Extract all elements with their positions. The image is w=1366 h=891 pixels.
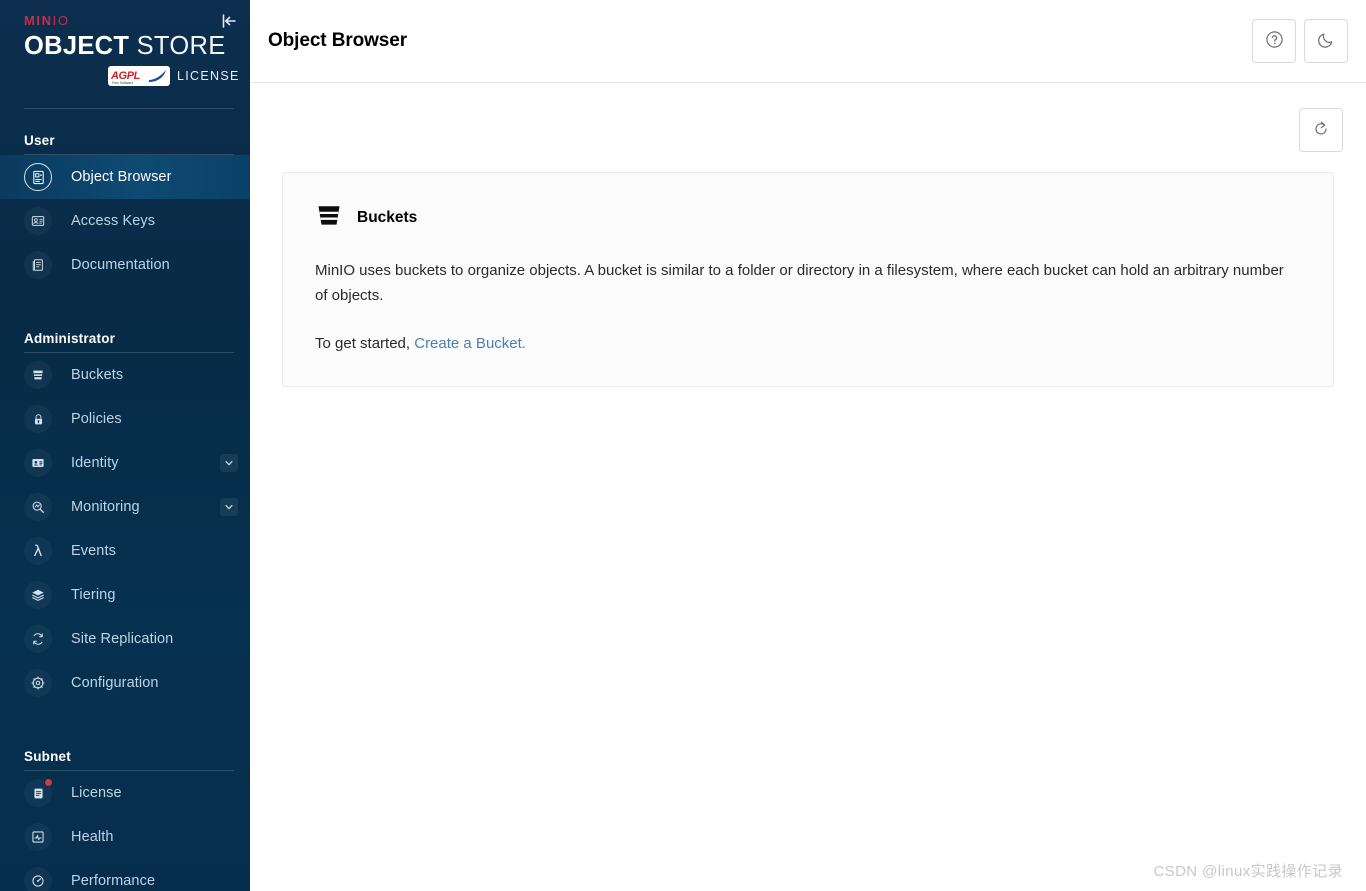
refresh-button[interactable] (1299, 108, 1343, 152)
watermark-text: CSDN @linux实践操作记录 (1153, 863, 1343, 880)
sidebar-item-site-replication[interactable]: Site Replication (0, 617, 250, 661)
agpl-label: AGPL (111, 70, 140, 82)
sidebar-item-label: Identity (71, 455, 119, 471)
main-area: Object Browser Buckets MinIO uses bucket… (250, 0, 1366, 891)
bucket-icon (24, 361, 52, 389)
page-header: Object Browser (250, 0, 1366, 83)
layers-icon (24, 581, 52, 609)
sidebar-item-label: Site Replication (71, 631, 174, 647)
sidebar-item-identity[interactable]: Identity (0, 441, 250, 485)
chevron-down-icon[interactable] (220, 498, 238, 516)
sidebar-item-performance[interactable]: Performance (0, 859, 250, 891)
section-title-administrator: Administrator (24, 331, 116, 346)
documentation-icon (24, 251, 52, 279)
object-store-wordmark: OBJECT STORE (24, 31, 250, 61)
card-paragraph-1: MinIO uses buckets to organize objects. … (315, 262, 1284, 304)
lambda-icon: λ (24, 537, 52, 565)
lock-icon (24, 405, 52, 433)
sidebar-item-label: Documentation (71, 257, 170, 273)
create-a-bucket-link[interactable]: Create a Bucket. (414, 335, 526, 352)
sidebar-section-administrator: Administrator Buckets Policies Identity … (0, 287, 250, 705)
identity-card-icon (24, 449, 52, 477)
sidebar-item-label: Access Keys (71, 213, 156, 229)
sidebar-item-label: Tiering (71, 587, 116, 603)
chevron-down-icon[interactable] (220, 454, 238, 472)
agpl-badge: AGPL Free Software (108, 66, 170, 86)
bucket-icon (315, 201, 343, 234)
agpl-sublabel: Free Software (112, 81, 134, 85)
sidebar: MINIO OBJECT STORE AGPL Free Software LI… (0, 0, 250, 891)
refresh-icon (1312, 120, 1330, 141)
collapse-sidebar-icon[interactable] (218, 10, 240, 32)
site-replication-icon (24, 625, 52, 653)
object-browser-icon (24, 163, 52, 191)
app-root: MINIO OBJECT STORE AGPL Free Software LI… (0, 0, 1366, 891)
minio-wordmark: MINIO (24, 14, 250, 28)
sidebar-section-user: User Object Browser Access Keys Document… (0, 109, 250, 287)
sidebar-item-label: Performance (71, 873, 156, 889)
help-button[interactable] (1252, 19, 1296, 63)
license-icon (24, 778, 53, 807)
sidebar-section-subnet: Subnet License Health Performance (0, 705, 250, 891)
sidebar-item-label: Monitoring (71, 499, 140, 515)
buckets-info-card: Buckets MinIO uses buckets to organize o… (282, 172, 1334, 387)
sidebar-item-events[interactable]: λ Events (0, 529, 250, 573)
sidebar-item-label: Events (71, 543, 116, 559)
sidebar-item-label: License (71, 785, 122, 801)
sidebar-item-access-keys[interactable]: Access Keys (0, 199, 250, 243)
help-icon (1265, 30, 1284, 52)
sidebar-item-license[interactable]: License (0, 771, 250, 815)
section-title-user: User (24, 133, 55, 148)
content-toolbar (250, 83, 1366, 152)
sidebar-item-health[interactable]: Health (0, 815, 250, 859)
brand-logo: MINIO OBJECT STORE AGPL Free Software LI… (0, 0, 250, 86)
sidebar-item-label: Policies (71, 411, 122, 427)
dark-mode-toggle-button[interactable] (1304, 19, 1348, 63)
card-paragraph-2-prefix: To get started, (315, 335, 415, 352)
card-title: Buckets (357, 208, 418, 226)
sidebar-item-buckets[interactable]: Buckets (0, 353, 250, 397)
notification-badge (44, 778, 53, 787)
sidebar-item-label: Buckets (71, 367, 124, 383)
health-icon (24, 823, 52, 851)
sidebar-item-label: Health (71, 829, 114, 845)
section-title-subnet: Subnet (24, 749, 71, 764)
sidebar-item-label: Configuration (71, 675, 159, 691)
sidebar-item-monitoring[interactable]: Monitoring (0, 485, 250, 529)
monitoring-icon (24, 493, 52, 521)
object-word: OBJECT (24, 32, 130, 60)
sidebar-item-object-browser[interactable]: Object Browser (0, 155, 250, 199)
sidebar-item-policies[interactable]: Policies (0, 397, 250, 441)
gear-icon (24, 669, 52, 697)
sidebar-item-documentation[interactable]: Documentation (0, 243, 250, 287)
moon-icon (1317, 30, 1336, 52)
license-label: LICENSE (177, 69, 240, 83)
access-keys-icon (24, 207, 52, 235)
sidebar-item-label: Object Browser (71, 169, 172, 185)
store-word: STORE (136, 32, 226, 60)
agpl-swoosh-icon (149, 70, 166, 82)
minio-suffix: IO (52, 13, 70, 28)
license-row: AGPL Free Software LICENSE (108, 66, 250, 86)
minio-prefix: MIN (24, 13, 53, 28)
page-content: Buckets MinIO uses buckets to organize o… (250, 83, 1366, 891)
card-paragraph-2: To get started, Create a Bucket. (315, 331, 1295, 356)
sidebar-item-tiering[interactable]: Tiering (0, 573, 250, 617)
card-body: MinIO uses buckets to organize objects. … (315, 258, 1295, 356)
page-title: Object Browser (268, 30, 408, 51)
card-header: Buckets (315, 201, 1301, 234)
header-actions (1252, 19, 1348, 63)
performance-icon (24, 867, 52, 891)
sidebar-item-configuration[interactable]: Configuration (0, 661, 250, 705)
